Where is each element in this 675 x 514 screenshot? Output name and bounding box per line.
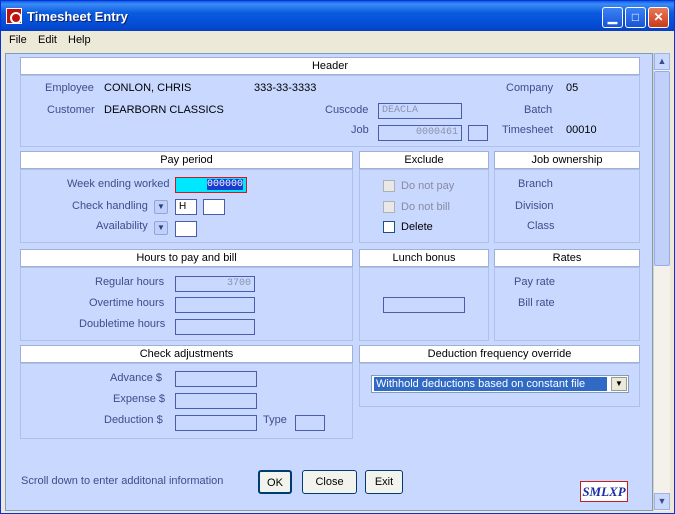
- scroll-hint: Scroll down to enter additonal informati…: [21, 475, 224, 487]
- doubletime-hours-label: Doubletime hours: [79, 318, 166, 330]
- week-ending-label: Week ending worked: [67, 178, 170, 190]
- check-handling-extra-field[interactable]: [203, 199, 225, 215]
- company-value: 05: [566, 82, 579, 94]
- scroll-up-button[interactable]: ▲: [654, 53, 670, 70]
- pay-rate-label: Pay rate: [514, 276, 555, 288]
- check-handling-label: Check handling: [72, 200, 148, 212]
- check-handling-field[interactable]: H: [175, 199, 197, 215]
- job-field[interactable]: 0000461: [378, 125, 462, 141]
- type-field[interactable]: [295, 415, 325, 431]
- customer-name: DEARBORN CLASSICS: [104, 104, 224, 116]
- availability-label: Availability: [96, 220, 148, 232]
- arrow-up-icon: ▲: [657, 56, 667, 66]
- header-section-title: Header: [20, 57, 640, 75]
- chevron-down-icon: ▼: [157, 202, 165, 211]
- close-window-button[interactable]: ✕: [648, 7, 669, 28]
- timesheet-label: Timesheet: [502, 124, 553, 136]
- maximize-button[interactable]: □: [625, 7, 646, 28]
- title-bar[interactable]: Timesheet Entry ▁ □ ✕: [1, 1, 674, 31]
- check-adjustments-title: Check adjustments: [20, 345, 353, 363]
- exit-button[interactable]: Exit: [365, 470, 403, 494]
- availability-field[interactable]: [175, 221, 197, 237]
- do-not-bill-label: Do not bill: [401, 201, 450, 213]
- menu-bar: File Edit Help: [1, 31, 674, 51]
- company-label: Company: [506, 82, 554, 94]
- deduction-frequency-title: Deduction frequency override: [359, 345, 640, 363]
- expense-field[interactable]: [175, 393, 257, 409]
- deduction-label: Deduction $: [104, 414, 163, 426]
- regular-hours-label: Regular hours: [95, 276, 165, 288]
- maximize-icon: □: [631, 10, 640, 24]
- class-label: Class: [527, 220, 555, 232]
- menu-edit[interactable]: Edit: [38, 34, 57, 46]
- chevron-down-icon: ▼: [157, 223, 165, 232]
- chevron-down-icon[interactable]: ▼: [611, 377, 627, 391]
- scroll-thumb[interactable]: [654, 71, 670, 266]
- doubletime-hours-field[interactable]: [175, 319, 255, 335]
- deduction-field[interactable]: [175, 415, 257, 431]
- ok-button[interactable]: OK: [258, 470, 292, 494]
- branch-label: Branch: [518, 178, 553, 190]
- do-not-bill-checkbox[interactable]: [383, 201, 395, 213]
- app-icon: [6, 8, 22, 24]
- advance-field[interactable]: [175, 371, 257, 387]
- do-not-pay-checkbox[interactable]: [383, 180, 395, 192]
- pay-period-title: Pay period: [20, 151, 353, 169]
- overtime-hours-label: Overtime hours: [89, 297, 165, 309]
- employee-label: Employee: [45, 82, 94, 94]
- overtime-hours-field[interactable]: [175, 297, 255, 313]
- job-ownership-title: Job ownership: [494, 151, 640, 169]
- exclude-title: Exclude: [359, 151, 489, 169]
- minimize-button[interactable]: ▁: [602, 7, 623, 28]
- cuscode-label: Cuscode: [325, 104, 369, 116]
- close-icon: ✕: [653, 10, 664, 24]
- bill-rate-label: Bill rate: [518, 297, 555, 309]
- window-title: Timesheet Entry: [27, 9, 128, 24]
- batch-label: Batch: [524, 104, 553, 116]
- division-label: Division: [515, 200, 554, 212]
- week-ending-value: 000000: [206, 179, 243, 190]
- deduction-frequency-selected: Withhold deductions based on constant fi…: [374, 377, 607, 391]
- minimize-icon: ▁: [607, 10, 618, 24]
- form-area: Header Employee CONLON, CHRIS 333-33-333…: [5, 53, 653, 511]
- menu-help[interactable]: Help: [68, 34, 91, 46]
- type-label: Type: [263, 414, 287, 426]
- week-ending-field[interactable]: 000000: [175, 177, 247, 193]
- delete-checkbox[interactable]: [383, 221, 395, 233]
- job-suffix-field[interactable]: [468, 125, 488, 141]
- regular-hours-field[interactable]: 3700: [175, 276, 255, 292]
- timesheet-value: 00010: [566, 124, 597, 136]
- employee-name: CONLON, CHRIS: [104, 82, 192, 94]
- scroll-down-button[interactable]: ▼: [654, 493, 670, 510]
- lunch-bonus-title: Lunch bonus: [359, 249, 489, 267]
- deduction-frequency-select[interactable]: Withhold deductions based on constant fi…: [371, 375, 629, 393]
- do-not-pay-label: Do not pay: [401, 180, 455, 192]
- employee-ssn: 333-33-3333: [254, 82, 317, 94]
- close-button[interactable]: Close: [302, 470, 357, 494]
- customer-label: Customer: [47, 104, 95, 116]
- expense-label: Expense $: [113, 393, 165, 405]
- availability-dropdown[interactable]: ▼: [154, 221, 168, 235]
- hours-title: Hours to pay and bill: [20, 249, 353, 267]
- job-label: Job: [351, 124, 369, 136]
- arrow-down-icon: ▼: [657, 496, 667, 506]
- advance-label: Advance $: [110, 372, 162, 384]
- check-handling-dropdown[interactable]: ▼: [154, 200, 168, 214]
- menu-file[interactable]: File: [9, 34, 27, 46]
- vertical-scrollbar[interactable]: ▲ ▼: [653, 53, 670, 511]
- cuscode-field[interactable]: DEACLA: [378, 103, 462, 119]
- timesheet-window: Timesheet Entry ▁ □ ✕ File Edit Help Hea…: [0, 0, 675, 514]
- lunch-bonus-field[interactable]: [383, 297, 465, 313]
- sml-xp-logo: SMLXP: [580, 481, 628, 502]
- delete-label: Delete: [401, 221, 433, 233]
- rates-title: Rates: [494, 249, 640, 267]
